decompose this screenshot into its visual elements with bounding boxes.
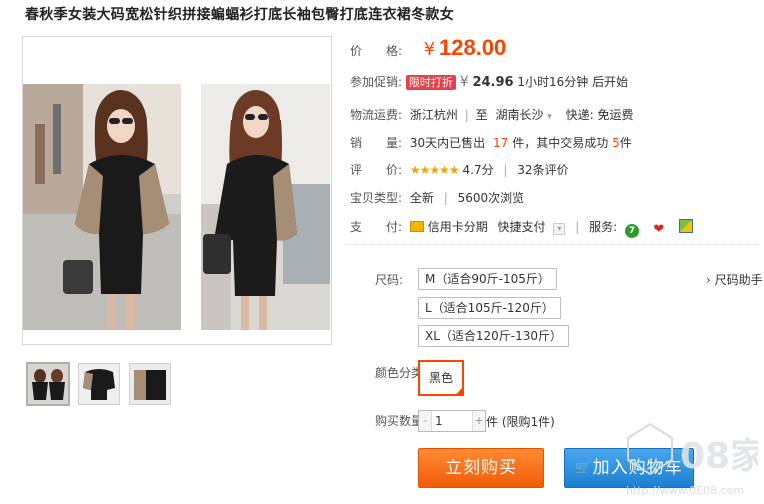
size-option-l[interactable]: L（适合105斤-120斤）	[418, 297, 561, 319]
quantity-input[interactable]	[433, 412, 473, 430]
divider	[346, 244, 760, 245]
promo-row: 参加促销: 限时打折 ¥ 24.96 1小时16分钟 后开始	[350, 73, 628, 92]
credit-card-icon	[409, 221, 424, 232]
payment-credit-installment[interactable]: 信用卡分期	[428, 220, 488, 234]
thumbnail-3[interactable]	[129, 363, 171, 405]
size-label: 尺码:	[375, 273, 404, 287]
color-option-label: 黑色	[428, 371, 453, 385]
check-icon: ✓	[455, 387, 462, 396]
thumbnail-1[interactable]	[26, 362, 70, 406]
promo-countdown: 1小时16分钟 后开始	[517, 75, 629, 89]
item-type-row: 宝贝类型: 全新 | 5600次浏览	[350, 189, 524, 207]
price-row: 价 格: ¥ 128.00	[350, 36, 506, 63]
quantity-stepper: - +	[418, 410, 486, 432]
chevron-right-icon: ›	[706, 273, 711, 287]
buy-now-button[interactable]: 立刻购买	[418, 448, 544, 488]
item-views: 5600次浏览	[457, 191, 525, 205]
payment-label: 支 付:	[350, 220, 403, 234]
product-title: 春秋季女装大码宽松针织拼接蝙蝠衫打底长袖包臀打底连衣裙冬款女	[25, 7, 454, 23]
sales-success-count: 5	[612, 136, 620, 150]
size-option-xl[interactable]: XL（适合120斤-130斤）	[418, 325, 570, 347]
shipping-label: 物流运费:	[350, 108, 403, 122]
divider: |	[464, 108, 469, 122]
price-currency: ¥	[423, 39, 436, 60]
item-type-label: 宝贝类型:	[350, 191, 403, 205]
rating-score: 4.7分	[462, 163, 494, 177]
payment-quick-pay[interactable]: 快捷支付	[498, 220, 546, 234]
thumbnail-2[interactable]	[78, 363, 120, 405]
service-label: 服务:	[589, 220, 618, 234]
rating-stars-icon: ★★★★★	[409, 163, 460, 177]
sales-middle: 件，其中交易成功	[512, 136, 609, 150]
quantity-decrease-button[interactable]: -	[419, 411, 432, 431]
promo-currency: ¥	[459, 74, 469, 90]
shipping-from: 浙江杭州	[409, 108, 458, 122]
sales-sold-count: 17	[492, 136, 509, 150]
divider: |	[443, 191, 448, 205]
sales-suffix: 件	[619, 136, 632, 150]
sales-prefix: 30天内已售出	[409, 136, 486, 150]
rating-reviews-link[interactable]: 32条评价	[517, 163, 568, 177]
promo-tag: 限时打折	[405, 75, 456, 90]
main-product-image[interactable]	[22, 36, 332, 345]
product-photo-left	[23, 84, 181, 330]
add-to-cart-label: 加入购物车	[592, 458, 683, 478]
shipping-destination[interactable]: 湖南长沙	[495, 108, 543, 122]
quantity-unit: 件 (限购1件)	[486, 415, 555, 429]
add-to-cart-button[interactable]: 🛒加入购物车	[564, 448, 694, 488]
chevron-down-icon[interactable]: ▾	[553, 223, 566, 235]
sales-label: 销 量:	[350, 136, 403, 150]
shipping-to-label: 至	[475, 108, 488, 122]
certified-icon[interactable]	[678, 219, 693, 233]
cart-icon: 🛒	[575, 461, 593, 476]
price-value: 128.00	[438, 35, 507, 60]
size-option-m[interactable]: M（适合90斤-105斤）	[418, 268, 557, 290]
price-label: 价 格:	[350, 44, 403, 58]
rating-label: 评 价:	[350, 163, 403, 177]
shipping-row: 物流运费: 浙江杭州 | 至 湖南长沙 ▾ 快递: 免运费	[350, 106, 634, 126]
promo-label: 参加促销:	[350, 75, 403, 89]
color-option-selected[interactable]: 黑色 ✓	[418, 360, 464, 396]
promo-price: 24.96	[472, 75, 514, 90]
divider: |	[503, 163, 508, 177]
item-condition: 全新	[409, 191, 434, 205]
guarantee-icon[interactable]: ❤	[651, 223, 667, 237]
sales-row: 销 量: 30天内已售出 17 件，其中交易成功 5件	[350, 134, 632, 152]
divider: |	[575, 220, 580, 234]
rating-row: 评 价: ★★★★★ 4.7分 | 32条评价	[350, 161, 569, 179]
seven-day-return-icon[interactable]: 7	[624, 224, 639, 238]
payment-row: 支 付: 信用卡分期 快捷支付 ▾ | 服务: 7 ❤	[350, 218, 693, 238]
product-photo-right	[201, 84, 330, 330]
size-assistant-link[interactable]: › 尺码助手	[706, 271, 763, 288]
chevron-down-icon[interactable]: ▾	[547, 112, 552, 122]
shipping-express: 快递: 免运费	[565, 108, 634, 122]
size-assistant-label: 尺码助手	[714, 273, 763, 287]
buy-now-label: 立刻购买	[445, 458, 517, 478]
quantity-increase-button[interactable]: +	[472, 411, 485, 431]
